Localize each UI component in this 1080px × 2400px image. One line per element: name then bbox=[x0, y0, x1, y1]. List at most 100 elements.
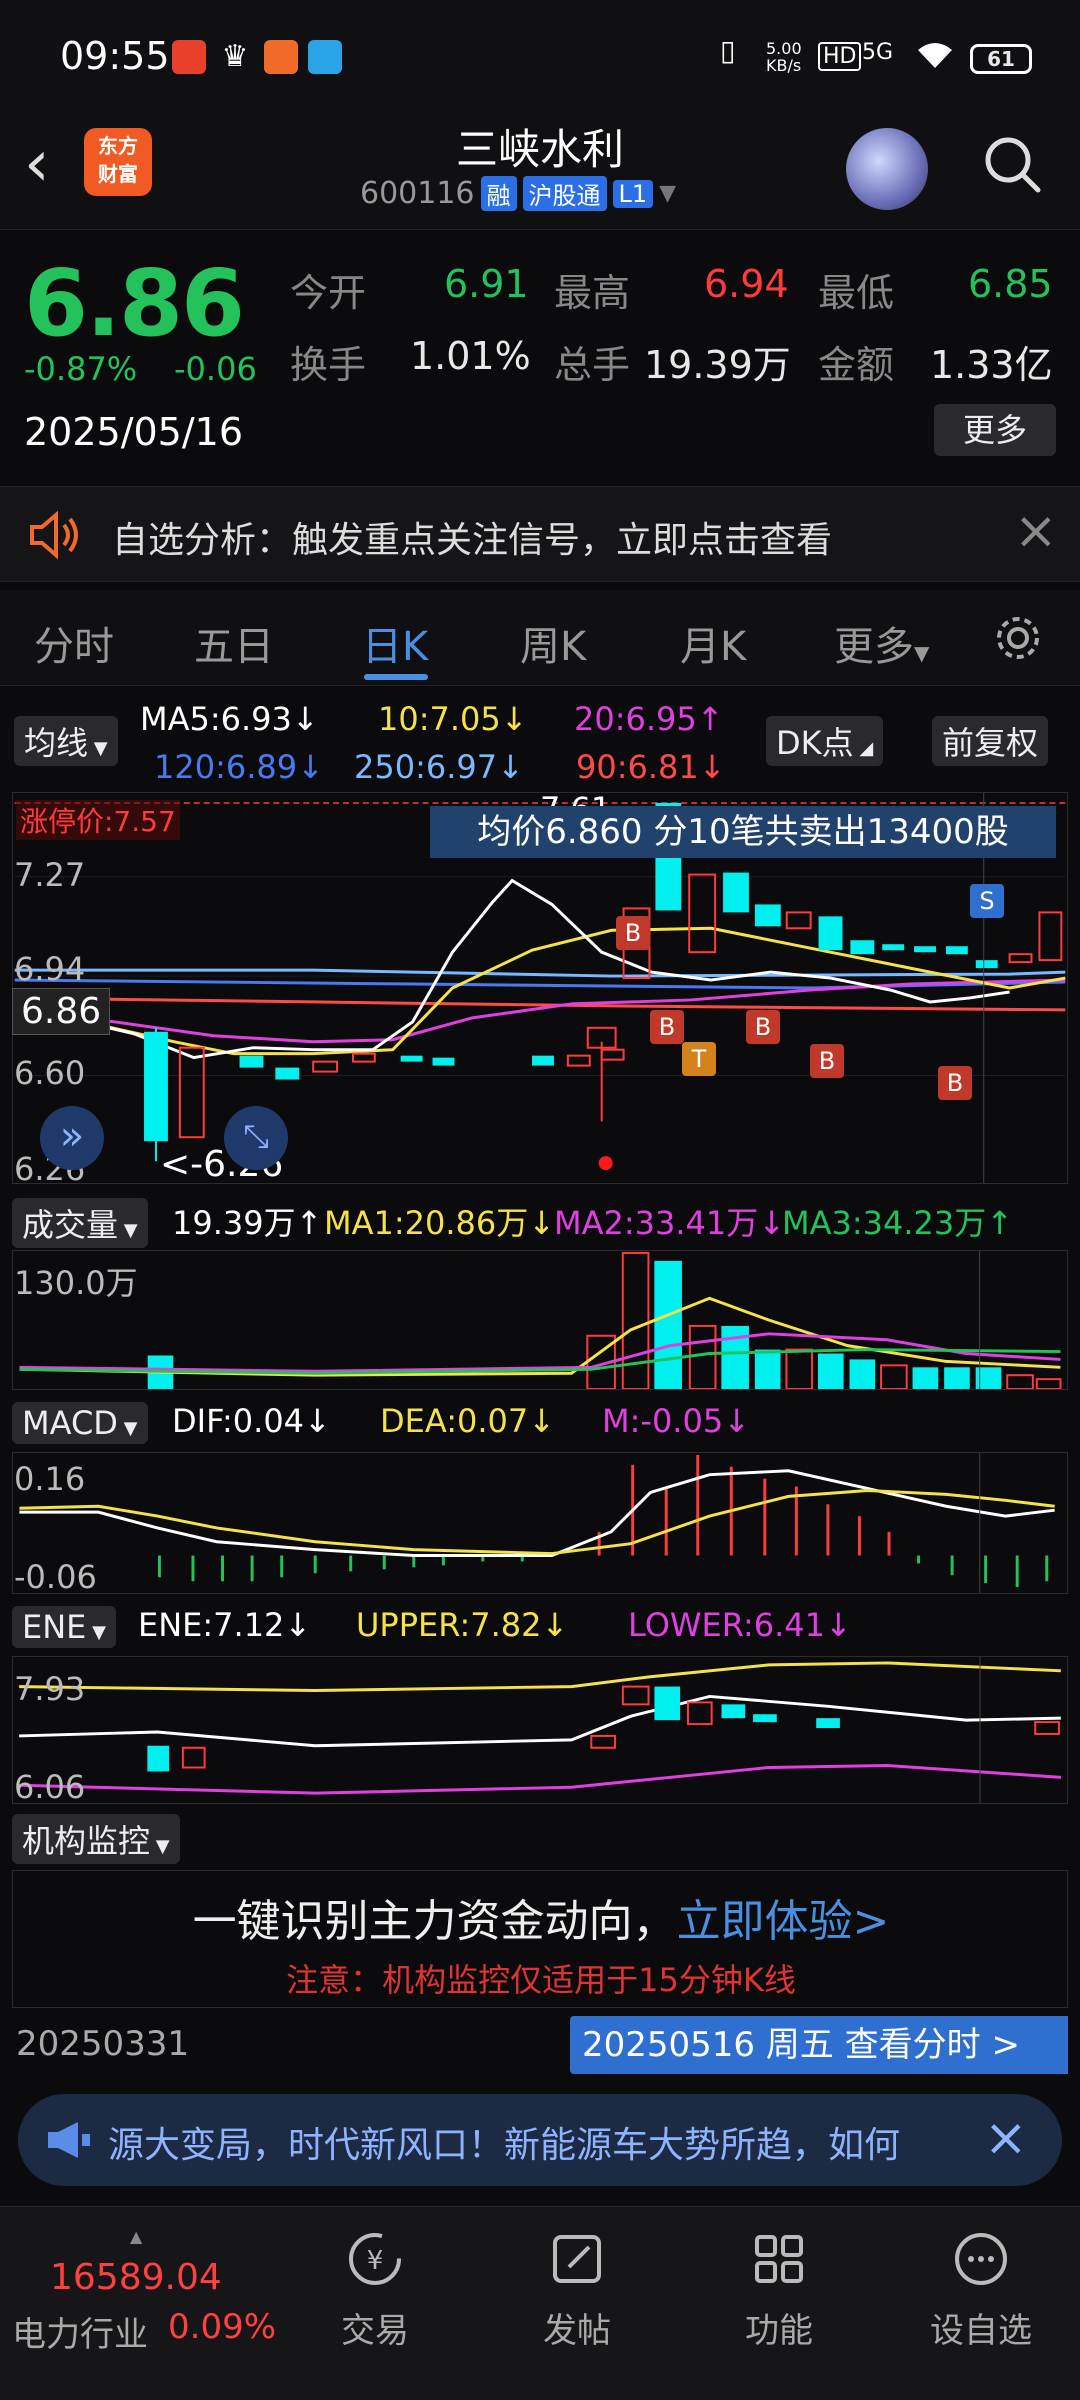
nav-add-watchlist-label: 设自选 bbox=[930, 2311, 1032, 2351]
tab-more-label: 更多 bbox=[834, 624, 914, 670]
macd-selector[interactable]: MACD ▼ bbox=[12, 1402, 148, 1444]
sell-mark[interactable]: S bbox=[970, 884, 1004, 918]
ma120-label: 120:6.89↓ bbox=[154, 748, 324, 786]
caret-down-icon: ▼ bbox=[86, 1622, 106, 1643]
chevron-down-icon: ▼ bbox=[659, 181, 677, 206]
try-now-link[interactable]: 立即体验> bbox=[677, 1896, 890, 1947]
caret-down-icon: ▼ bbox=[118, 1220, 138, 1241]
volume-ma1-line bbox=[19, 1296, 1061, 1377]
active-tab-indicator bbox=[364, 674, 428, 680]
signal-icon: 5G bbox=[862, 40, 894, 65]
dea-line bbox=[19, 1488, 1055, 1556]
trade-tooltip: 均价6.860 分10笔共卖出13400股 bbox=[430, 806, 1056, 858]
ene-selector[interactable]: ENE ▼ bbox=[12, 1606, 116, 1648]
margin-tag: 融 bbox=[480, 176, 517, 211]
macd-dif: DIF:0.04↓ bbox=[172, 1402, 331, 1440]
change-percent: -0.87% bbox=[24, 350, 138, 388]
ene-upper: UPPER:7.82↓ bbox=[356, 1606, 569, 1644]
amount-value: 1.33亿 bbox=[930, 343, 1053, 387]
more-quote-button[interactable]: 更多 bbox=[934, 404, 1056, 456]
ene-chart bbox=[12, 1656, 1068, 1804]
buy-mark[interactable]: B bbox=[938, 1066, 972, 1100]
monitor-selector[interactable]: 机构监控 ▼ bbox=[12, 1814, 180, 1864]
stock-code-row[interactable]: 600116 融 沪股通 L1 ▼ bbox=[360, 176, 676, 211]
ene-line bbox=[19, 1694, 1061, 1748]
tab-five-day[interactable]: 五日 bbox=[194, 614, 274, 672]
view-intraday-button[interactable]: 20250516 周五 查看分时 > bbox=[570, 2016, 1068, 2074]
sector-index-value[interactable]: 16589.04 bbox=[50, 2257, 222, 2298]
buy-mark[interactable]: B bbox=[616, 916, 650, 950]
volume-selector[interactable]: 成交量 ▼ bbox=[12, 1198, 148, 1248]
close-icon[interactable]: × bbox=[1014, 501, 1058, 561]
amount-label: 金额 bbox=[818, 343, 895, 387]
news-ticker[interactable]: 源大变局，时代新风口！新能源车大势所趋，如何 × bbox=[18, 2094, 1062, 2186]
search-icon[interactable] bbox=[980, 132, 1044, 196]
gear-icon[interactable] bbox=[992, 612, 1044, 664]
status-bar: 09:55 ♛ ▯ 5.00 KB/s HD 5G 61 bbox=[0, 0, 1080, 110]
connect-tag: 沪股通 bbox=[522, 176, 607, 211]
analysis-notice[interactable]: 自选分析：触发重点关注信号，立即点击查看 × bbox=[0, 486, 1080, 582]
net-speed: 5.00 KB/s bbox=[766, 39, 802, 75]
current-price-tag: 6.86 bbox=[12, 988, 111, 1035]
institution-monitor-card[interactable]: 一键识别主力资金动向，立即体验> 注意：机构监控仅适用于15分钟K线 bbox=[12, 1870, 1068, 2008]
nav-features[interactable]: 功能 bbox=[704, 2229, 854, 2352]
dif-line bbox=[19, 1469, 1055, 1558]
macd-y-top: 0.16 bbox=[14, 1460, 86, 1498]
start-date: 20250331 bbox=[16, 2024, 190, 2064]
tab-intraday[interactable]: 分时 bbox=[34, 614, 114, 672]
volume-ma3: MA3:34.23万↑ bbox=[782, 1204, 1014, 1242]
signal-dot bbox=[598, 1156, 613, 1171]
macd-y-bottom: -0.06 bbox=[14, 1558, 97, 1596]
speaker-icon bbox=[26, 507, 82, 563]
fullscreen-icon[interactable]: ⤡ bbox=[224, 1106, 288, 1170]
volume-ma2: MA2:33.41万↓ bbox=[554, 1204, 786, 1242]
nav-features-label: 功能 bbox=[745, 2311, 813, 2351]
volume-value: 19.39万 bbox=[644, 343, 791, 387]
ene-y-bottom: 6.06 bbox=[14, 1768, 86, 1806]
ma20-label: 20:6.95↑ bbox=[574, 700, 724, 738]
buy-mark[interactable]: B bbox=[650, 1010, 684, 1044]
macd-m: M:-0.05↓ bbox=[602, 1402, 750, 1440]
y-tick-6-94: 6.94 bbox=[14, 950, 86, 988]
dk-point-label: DK点 bbox=[776, 724, 854, 762]
caret-down-icon: ▼ bbox=[117, 1418, 138, 1439]
low-label: 最低 bbox=[818, 271, 895, 315]
nav-post-label: 发帖 bbox=[543, 2311, 611, 2351]
ma-selector[interactable]: 均线 ▼ bbox=[14, 716, 118, 766]
svg-text:¥: ¥ bbox=[367, 2246, 384, 2276]
tab-weekly-k[interactable]: 周K bbox=[520, 614, 586, 672]
tab-daily-k[interactable]: 日K bbox=[362, 614, 428, 672]
tab-more[interactable]: 更多▼ bbox=[834, 614, 929, 672]
ene-lower: LOWER:6.41↓ bbox=[628, 1606, 852, 1644]
sector-change: 0.09% bbox=[168, 2307, 277, 2347]
ene-y-top: 7.93 bbox=[14, 1670, 86, 1708]
expand-icon[interactable]: » bbox=[40, 1106, 104, 1170]
ene-selector-label: ENE bbox=[22, 1608, 87, 1646]
level-tag: L1 bbox=[612, 179, 654, 208]
nav-trade[interactable]: ¥ 交易 bbox=[300, 2229, 450, 2352]
yuan-refresh-icon: ¥ bbox=[345, 2229, 405, 2289]
caret-down-icon: ▼ bbox=[88, 738, 108, 759]
t-mark[interactable]: T bbox=[682, 1042, 716, 1076]
tab-monthly-k[interactable]: 月K bbox=[680, 614, 746, 672]
sector-name[interactable]: 电力行业 bbox=[12, 2307, 148, 2356]
macd-dea: DEA:0.07↓ bbox=[380, 1402, 556, 1440]
close-icon[interactable]: × bbox=[984, 2108, 1028, 2168]
ma-selector-label: 均线 bbox=[24, 724, 89, 762]
volume-y-tick: 130.0万 bbox=[14, 1264, 138, 1302]
adjust-button[interactable]: 前复权 bbox=[932, 716, 1049, 766]
wifi-icon bbox=[914, 38, 956, 76]
assistant-robot-icon[interactable] bbox=[846, 128, 928, 210]
nav-post[interactable]: 发帖 bbox=[502, 2229, 652, 2352]
ene-upper-line bbox=[19, 1661, 1061, 1693]
nav-add-watchlist[interactable]: 设自选 bbox=[906, 2229, 1056, 2352]
app-notification-icon bbox=[172, 40, 206, 74]
grid-icon bbox=[749, 2229, 809, 2289]
buy-mark[interactable]: B bbox=[810, 1044, 844, 1078]
dk-point-button[interactable]: DK点 ◢ bbox=[766, 716, 884, 766]
turnover-value: 1.01% bbox=[410, 334, 531, 378]
buy-mark[interactable]: B bbox=[746, 1010, 780, 1044]
ma90-label: 90:6.81↓ bbox=[576, 748, 726, 786]
more-dots-icon bbox=[951, 2229, 1011, 2289]
hd-icon: HD bbox=[818, 42, 862, 71]
